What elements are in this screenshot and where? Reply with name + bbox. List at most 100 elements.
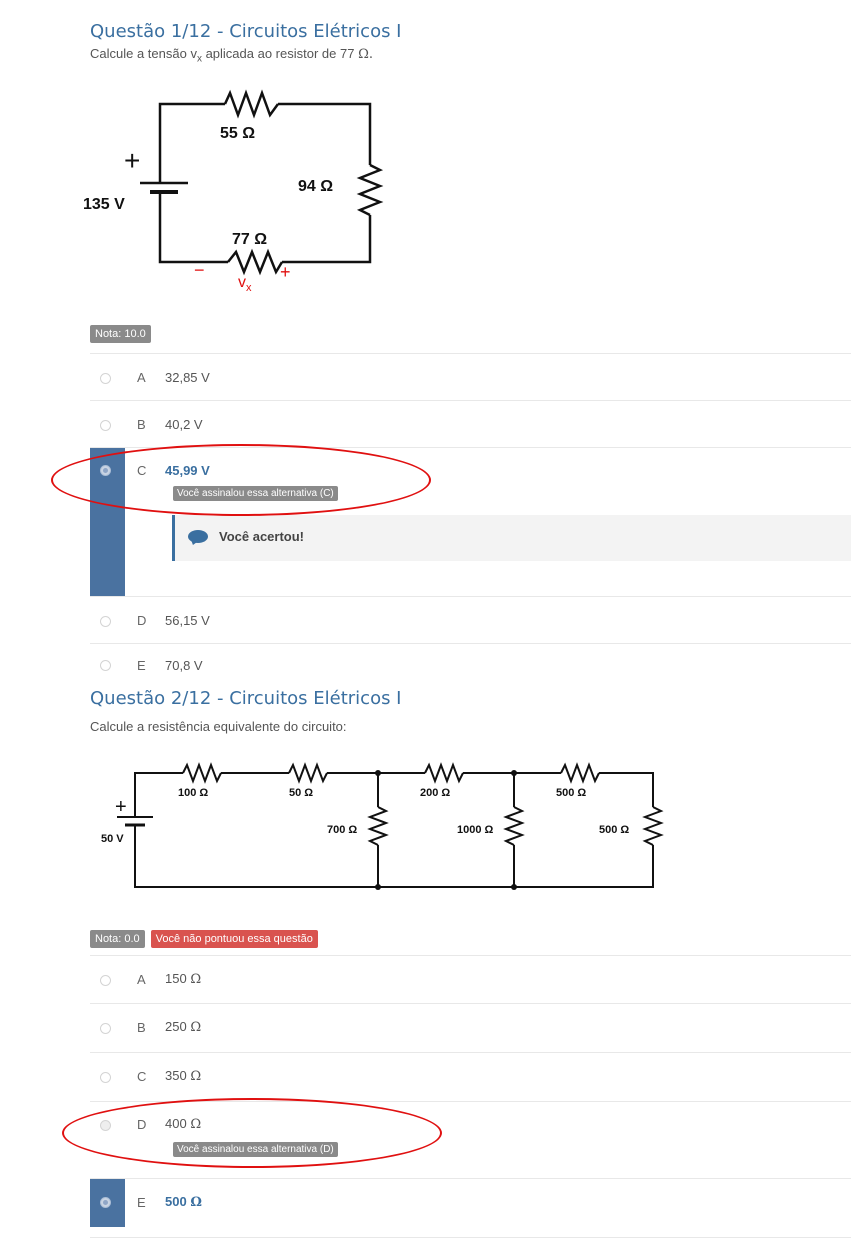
question-1-title: Questão 1/12 - Circuitos Elétricos I — [90, 21, 402, 42]
option-a[interactable]: A 32,85 V — [90, 353, 851, 401]
wire — [599, 772, 654, 807]
feedback-text: Você acertou! — [219, 529, 305, 544]
resistor-1000 — [503, 806, 525, 846]
question-2-prompt: Calcule a resistência equivalente do cir… — [90, 719, 347, 734]
option-letter: B — [137, 1020, 146, 1035]
r2-label: 50 Ω — [289, 787, 313, 799]
question-2-badges: Nota: 0.0 Você não pontuou essa questão — [90, 930, 318, 948]
red-annotation-ellipse — [62, 1098, 442, 1168]
wire — [134, 825, 654, 888]
r-bottom-label: 77 Ω — [232, 231, 267, 248]
radio-button[interactable] — [100, 616, 111, 627]
option-value: 150 — [165, 971, 191, 986]
vx-letter: v — [238, 274, 246, 291]
question-1-prompt: Calcule a tensão vx aplicada ao resistor… — [90, 46, 373, 65]
vx-minus: − — [194, 260, 205, 280]
option-b[interactable]: B 250 Ω — [90, 1003, 851, 1053]
circuit-diagram-2: 100 Ω 50 Ω 700 Ω 200 Ω 1000 Ω 500 Ω 500 … — [101, 762, 664, 890]
r6-label: 500 Ω — [556, 787, 586, 799]
resistor-100 — [182, 762, 222, 784]
source-plus: + — [124, 145, 140, 176]
vx-subscript: x — [246, 282, 252, 294]
junction — [511, 770, 517, 776]
prompt-text: Calcule a tensão v — [90, 46, 197, 61]
wire — [278, 102, 372, 165]
option-text: 56,15 V — [165, 613, 210, 628]
grade-badge: Nota: 0.0 — [90, 930, 145, 948]
option-letter: E — [137, 658, 146, 673]
option-c[interactable]: C 350 Ω — [90, 1052, 851, 1102]
option-a[interactable]: A 150 Ω — [90, 955, 851, 1004]
option-e[interactable]: E 500 Ω — [90, 1178, 851, 1227]
junction — [375, 884, 381, 890]
radio-button[interactable] — [100, 660, 111, 671]
option-text: 150 Ω — [165, 971, 201, 987]
junction — [511, 884, 517, 890]
resistor-94 — [356, 163, 384, 217]
r3-label: 700 Ω — [327, 824, 357, 836]
option-text: 70,8 V — [165, 658, 203, 673]
option-text: 500 Ω — [165, 1194, 202, 1210]
option-letter: A — [137, 972, 146, 987]
r1-label: 100 Ω — [178, 787, 208, 799]
junction — [375, 770, 381, 776]
resistor-500-top — [560, 762, 600, 784]
omega-symbol: Ω — [190, 1069, 202, 1084]
grade-badge: Nota: 10.0 — [90, 325, 151, 343]
radio-button[interactable] — [100, 420, 111, 431]
vx-plus: + — [280, 262, 291, 282]
option-letter: B — [137, 417, 146, 432]
red-annotation-ellipse — [51, 444, 431, 516]
source-label: 135 V — [83, 196, 125, 213]
r5-label: 1000 Ω — [457, 824, 494, 836]
option-letter: E — [137, 1195, 146, 1210]
resistor-500-right — [642, 806, 664, 846]
r-right-label: 94 Ω — [298, 178, 333, 195]
option-text: 250 Ω — [165, 1019, 201, 1035]
omega-symbol: Ω. — [358, 47, 373, 62]
resistor-700 — [367, 806, 389, 846]
resistor-77 — [227, 248, 284, 276]
option-b[interactable]: B 40,2 V — [90, 400, 851, 448]
option-letter: A — [137, 370, 146, 385]
wire — [158, 102, 225, 183]
r-top-label: 55 Ω — [220, 125, 255, 142]
omega-symbol: Ω — [190, 1020, 202, 1035]
divider — [90, 1237, 851, 1238]
radio-button[interactable] — [100, 1023, 111, 1034]
option-value: 500 — [165, 1194, 191, 1209]
resistor-50 — [288, 762, 328, 784]
wire — [282, 215, 372, 264]
option-value: 350 — [165, 1068, 191, 1083]
option-value: 250 — [165, 1019, 191, 1034]
source-plus: + — [115, 796, 127, 818]
question-1-badges: Nota: 10.0 — [90, 325, 151, 343]
radio-button[interactable] — [100, 975, 111, 986]
source-label: 50 V — [101, 833, 124, 845]
r7-label: 500 Ω — [599, 824, 629, 836]
option-letter: D — [137, 613, 147, 628]
radio-button[interactable] — [100, 373, 111, 384]
r4-label: 200 Ω — [420, 787, 450, 799]
option-text: 40,2 V — [165, 417, 203, 432]
option-e[interactable]: E 70,8 V — [90, 643, 851, 684]
prompt-text-2: aplicada ao resistor de 77 — [201, 46, 359, 61]
feedback-box: Você acertou! — [172, 515, 851, 561]
status-badge: Você não pontuou essa questão — [150, 930, 318, 948]
option-text: 350 Ω — [165, 1068, 201, 1084]
resistor-55 — [223, 89, 280, 119]
comment-icon — [188, 530, 208, 543]
circuit-diagram-1: 55 Ω 94 Ω 77 Ω 135 V + − + vx — [83, 89, 384, 294]
resistor-200 — [424, 762, 464, 784]
option-letter: C — [137, 1069, 147, 1084]
vx-label: vx — [238, 274, 252, 294]
option-d[interactable]: D 56,15 V — [90, 596, 851, 644]
option-text: 32,85 V — [165, 370, 210, 385]
radio-button[interactable] — [100, 1072, 111, 1083]
wire — [134, 772, 183, 817]
radio-button[interactable] — [100, 1197, 111, 1208]
omega-symbol: Ω — [190, 972, 202, 987]
question-2-title: Questão 2/12 - Circuitos Elétricos I — [90, 688, 402, 709]
omega-symbol: Ω — [190, 1195, 202, 1210]
wire — [158, 192, 228, 264]
